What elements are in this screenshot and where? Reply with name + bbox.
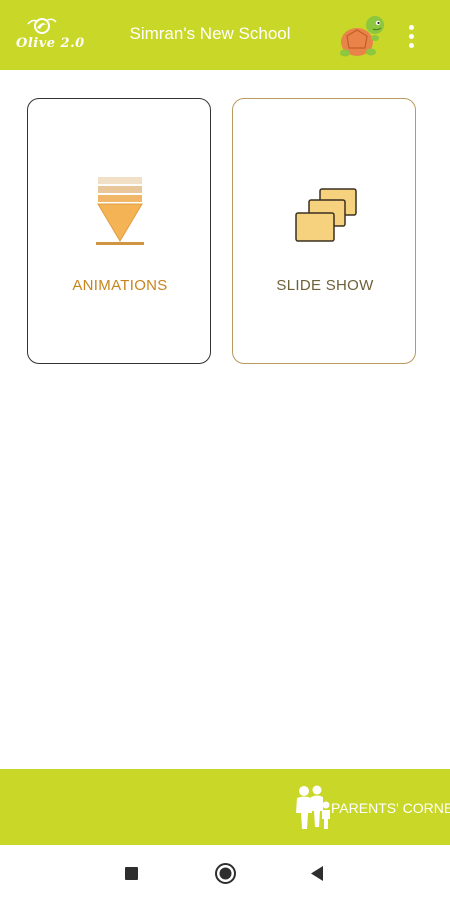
slideshow-label: SLIDE SHOW — [276, 277, 374, 294]
app-logo[interactable]: Olive 2.0 — [16, 16, 86, 56]
app-bar: Olive 2.0 Simran's New School — [0, 0, 450, 70]
recent-apps-icon[interactable] — [125, 867, 138, 880]
logo-swirl-icon — [27, 18, 57, 34]
parents-corner-label: PARENTS' CORNER — [331, 800, 450, 816]
back-icon[interactable] — [309, 865, 326, 882]
turtle-mascot-icon — [335, 12, 389, 64]
system-nav-bar — [0, 845, 450, 900]
stacked-slides-icon — [233, 187, 417, 245]
logo-text: Olive 2.0 — [16, 36, 85, 51]
school-title: Simran's New School — [129, 24, 291, 43]
home-icon[interactable] — [214, 862, 237, 885]
animations-label: ANIMATIONS — [72, 277, 168, 294]
family-icon — [290, 785, 332, 831]
parents-corner-button[interactable]: PARENTS' CORNER — [290, 783, 450, 833]
bottom-bar: PARENTS' CORNER — [0, 769, 450, 845]
layered-funnel-icon — [28, 175, 212, 247]
slideshow-card[interactable]: SLIDE SHOW — [232, 98, 416, 364]
animations-card[interactable]: ANIMATIONS — [27, 98, 211, 364]
more-vert-icon[interactable] — [402, 22, 422, 50]
